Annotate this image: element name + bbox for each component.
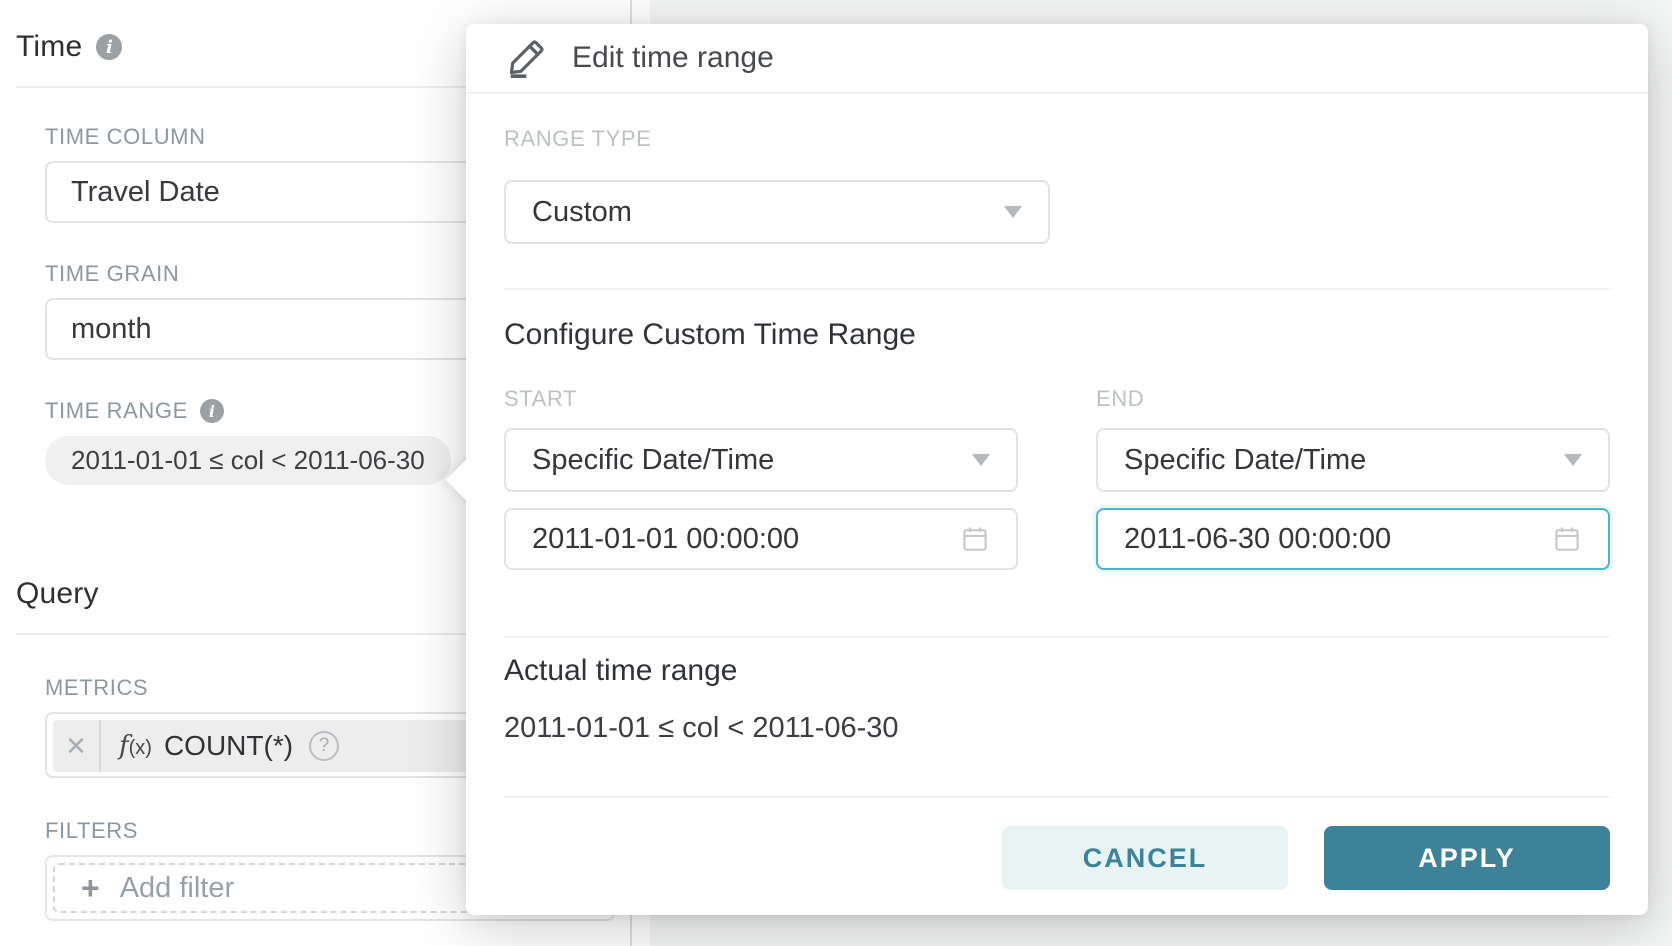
popover-footer: CANCEL APPLY: [504, 796, 1610, 915]
configure-heading: Configure Custom Time Range: [504, 318, 1610, 352]
plus-icon: +: [81, 872, 100, 904]
add-filter-label: Add filter: [120, 872, 234, 905]
time-column-value: Travel Date: [71, 176, 220, 209]
remove-metric-icon[interactable]: ✕: [53, 720, 101, 772]
caret-down-icon: [1564, 454, 1582, 466]
function-icon: f(x): [119, 731, 152, 761]
actual-range-heading: Actual time range: [504, 654, 1610, 688]
start-mode-select[interactable]: Specific Date/Time: [504, 428, 1018, 492]
caret-down-icon: [1004, 206, 1022, 218]
start-column: START Specific Date/Time 2011-01-01 00:0…: [504, 386, 1018, 570]
end-column: END Specific Date/Time 2011-06-30 00:00:…: [1096, 386, 1610, 570]
start-datetime-value: 2011-01-01 00:00:00: [532, 523, 799, 556]
info-icon[interactable]: i: [200, 399, 224, 423]
caret-down-icon: [972, 454, 990, 466]
edit-pencil-icon: [506, 38, 546, 78]
end-mode-value: Specific Date/Time: [1124, 444, 1366, 477]
range-type-value: Custom: [532, 196, 632, 229]
popover-title: Edit time range: [572, 41, 774, 75]
time-grain-value: month: [71, 313, 152, 346]
calendar-icon[interactable]: [1552, 524, 1582, 554]
start-datetime-input[interactable]: 2011-01-01 00:00:00: [504, 508, 1018, 570]
start-mode-value: Specific Date/Time: [532, 444, 774, 477]
end-datetime-value: 2011-06-30 00:00:00: [1124, 523, 1391, 556]
cancel-button[interactable]: CANCEL: [1002, 826, 1288, 890]
end-mode-select[interactable]: Specific Date/Time: [1096, 428, 1610, 492]
metric-name: COUNT(*): [164, 730, 293, 762]
end-datetime-input[interactable]: 2011-06-30 00:00:00: [1096, 508, 1610, 570]
popover-body: RANGE TYPE Custom Configure Custom Time …: [466, 94, 1648, 796]
help-icon[interactable]: ?: [309, 731, 339, 761]
query-section-title: Query: [16, 577, 99, 611]
calendar-icon[interactable]: [960, 524, 990, 554]
divider: [504, 288, 1610, 290]
apply-button[interactable]: APPLY: [1324, 826, 1610, 890]
edit-time-range-popover: Edit time range RANGE TYPE Custom Config…: [466, 24, 1648, 915]
divider: [504, 636, 1610, 638]
explore-screen: Time i TIME COLUMN Travel Date TIME GRAI…: [0, 0, 1672, 946]
popover-header: Edit time range: [466, 24, 1648, 94]
range-type-label: RANGE TYPE: [504, 126, 1610, 152]
time-range-label: TIME RANGE: [45, 398, 188, 424]
actual-range-value: 2011-01-01 ≤ col < 2011-06-30: [504, 712, 1610, 745]
time-range-pill[interactable]: 2011-01-01 ≤ col < 2011-06-30: [45, 436, 451, 485]
end-label: END: [1096, 386, 1610, 412]
start-label: START: [504, 386, 1018, 412]
range-type-select[interactable]: Custom: [504, 180, 1050, 244]
time-section-title: Time: [16, 30, 82, 64]
info-icon[interactable]: i: [96, 34, 122, 60]
